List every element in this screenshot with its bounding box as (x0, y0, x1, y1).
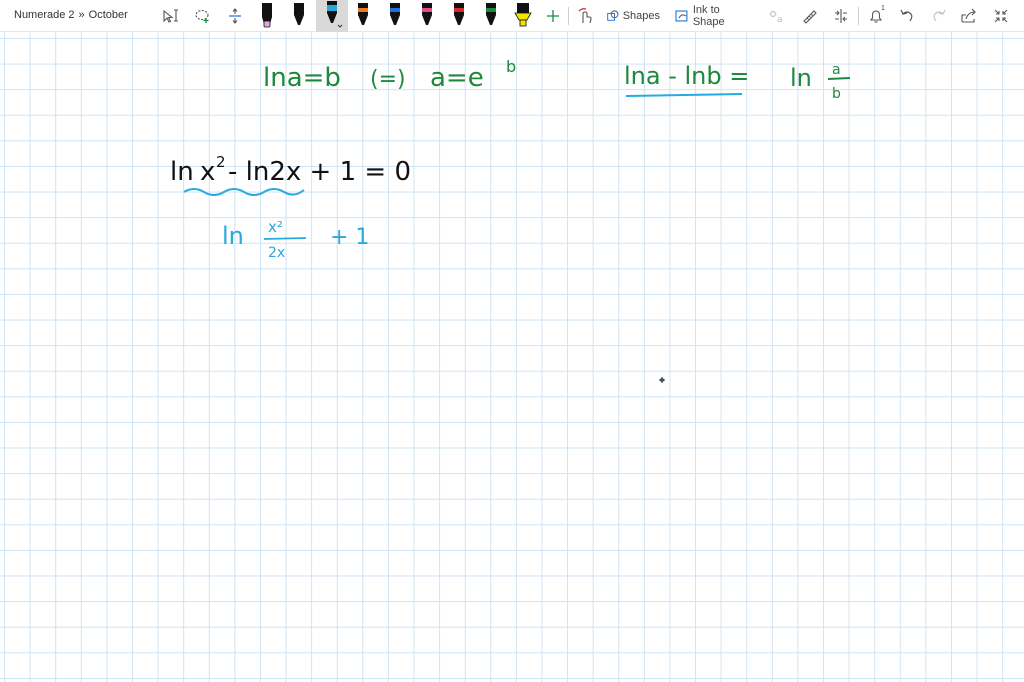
pen-icon (262, 3, 272, 28)
equation-square: 2 (216, 153, 226, 171)
equation-wavy-underline (183, 188, 305, 196)
full-screen-button[interactable] (990, 0, 1012, 32)
pen-orange[interactable] (352, 0, 374, 32)
ink-layer: lna=b (=) a=e b lna - lnb = ln a b ln x … (170, 57, 851, 383)
notifications-button[interactable]: 1 (864, 0, 888, 32)
ink-to-shape-label: Ink to Shape (692, 4, 725, 28)
pen-red[interactable] (448, 0, 470, 32)
ink-to-math-button[interactable]: a (766, 0, 788, 32)
rule-log-definition: lna=b (=) a=e b (263, 57, 516, 93)
rule2-left: lna - lnb = (624, 62, 749, 90)
fit-width-icon (835, 9, 847, 23)
share-icon (961, 8, 976, 23)
pen-icon (454, 3, 464, 25)
add-space-button[interactable] (224, 0, 246, 32)
main-equation: ln x 2 - ln2x + 1 = 0 (170, 153, 411, 196)
pen-icon (486, 3, 496, 25)
pen-black-pink[interactable] (256, 0, 278, 32)
equation-ln: ln (170, 157, 194, 187)
shapes-label: Shapes (622, 10, 660, 22)
step-ln: ln (222, 222, 244, 250)
toolbar-separator (858, 7, 859, 25)
fit-to-width-button[interactable] (830, 0, 852, 32)
select-text-button[interactable] (160, 0, 182, 32)
step-combine-logs: ln x² 2x + 1 (222, 218, 369, 261)
redo-icon (933, 9, 946, 22)
add-space-icon (229, 8, 241, 24)
pen-blue[interactable] (384, 0, 406, 32)
equation-x: x (200, 157, 215, 187)
add-pen-button[interactable] (543, 0, 563, 32)
svg-text:a: a (777, 15, 783, 24)
pen-icon (294, 3, 304, 25)
rule-log-quotient: lna - lnb = ln a b (624, 62, 851, 102)
redo-button[interactable] (928, 0, 950, 32)
rule2-ln: ln (790, 64, 812, 92)
ruler-icon (803, 10, 817, 24)
rule1-iff: (=) (370, 67, 406, 92)
share-button[interactable] (958, 0, 980, 32)
step-fraction-bar (263, 237, 307, 240)
pen-icon (327, 1, 343, 28)
step-denominator: 2x (268, 245, 285, 261)
toolbar: Numerade 2 » October Shapes Ink to Shape… (0, 0, 1024, 32)
pen-icon (390, 3, 400, 25)
shapes-icon (607, 10, 619, 21)
notification-count: 1 (881, 5, 885, 12)
touch-draw-icon (578, 8, 592, 24)
ink-to-shape-button[interactable]: Ink to Shape (674, 0, 754, 32)
pen-icon (422, 3, 432, 25)
rule2-numerator: a (832, 62, 841, 78)
ink-to-math-icon: a (769, 11, 783, 24)
lasso-icon (195, 9, 209, 23)
undo-button[interactable] (896, 0, 918, 32)
lasso-select-button[interactable] (192, 0, 214, 32)
undo-icon (900, 9, 913, 22)
touch-draw-button[interactable] (574, 0, 596, 32)
note-canvas[interactable]: lna=b (=) a=e b lna - lnb = ln a b ln x … (0, 32, 1024, 682)
pen-pink[interactable] (416, 0, 438, 32)
ink-to-shape-icon (675, 10, 688, 22)
breadcrumb-page[interactable]: October (89, 9, 128, 21)
breadcrumb-notebook[interactable]: Numerade 2 (14, 9, 75, 21)
rule2-denominator: b (832, 86, 841, 102)
pen-black[interactable] (288, 0, 310, 32)
shapes-button[interactable]: Shapes (606, 0, 660, 32)
step-plus-one: + 1 (330, 225, 369, 250)
rule1-right: a=e (430, 63, 484, 93)
breadcrumb-separator: » (78, 9, 85, 21)
plus-icon (547, 10, 559, 22)
rule1-exponent: b (506, 57, 516, 76)
breadcrumb: Numerade 2 » October (14, 9, 128, 21)
highlighter-icon (514, 3, 532, 27)
toolbar-separator (568, 7, 569, 25)
equation-rest: - ln2x + 1 = 0 (228, 157, 411, 187)
step-numerator: x² (268, 218, 283, 236)
pen-green[interactable] (480, 0, 502, 32)
pen-cyan-selected[interactable] (316, 0, 348, 32)
highlighter-yellow[interactable] (510, 0, 536, 32)
move-cursor-icon (659, 377, 665, 383)
cursor-text-icon (163, 9, 178, 23)
pen-icon (358, 3, 368, 25)
rule1-left: lna=b (263, 63, 341, 93)
rule2-underline (625, 93, 743, 97)
ruler-button[interactable] (798, 0, 820, 32)
collapse-icon (994, 9, 1008, 23)
